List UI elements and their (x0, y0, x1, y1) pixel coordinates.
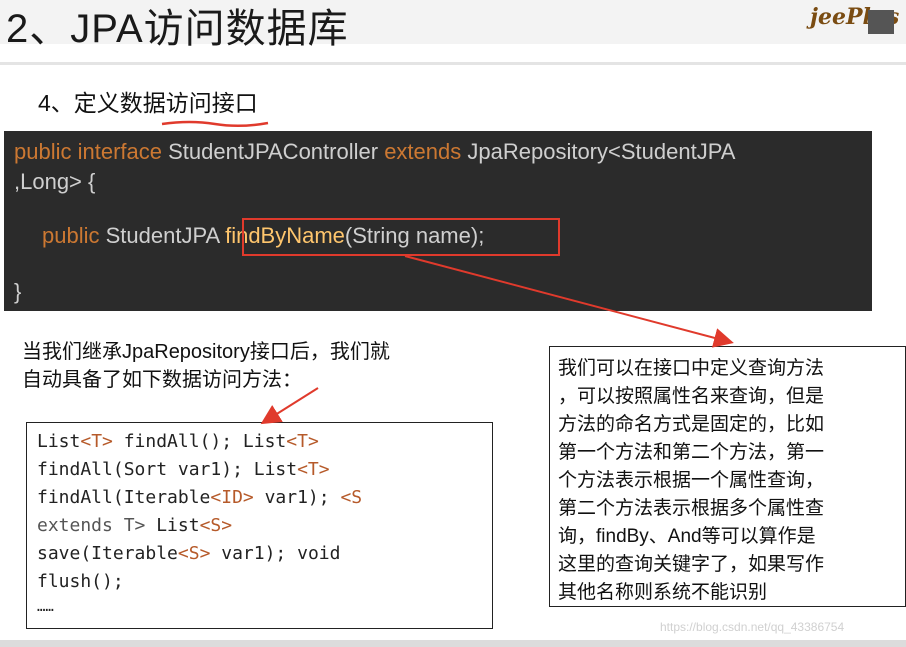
annotation-arrows (260, 255, 734, 425)
arrow-to-note (404, 255, 734, 348)
watermark: https://blog.csdn.net/qq_43386754 (660, 620, 845, 634)
footer-divider (0, 640, 906, 647)
arrow-to-methods (260, 387, 319, 425)
